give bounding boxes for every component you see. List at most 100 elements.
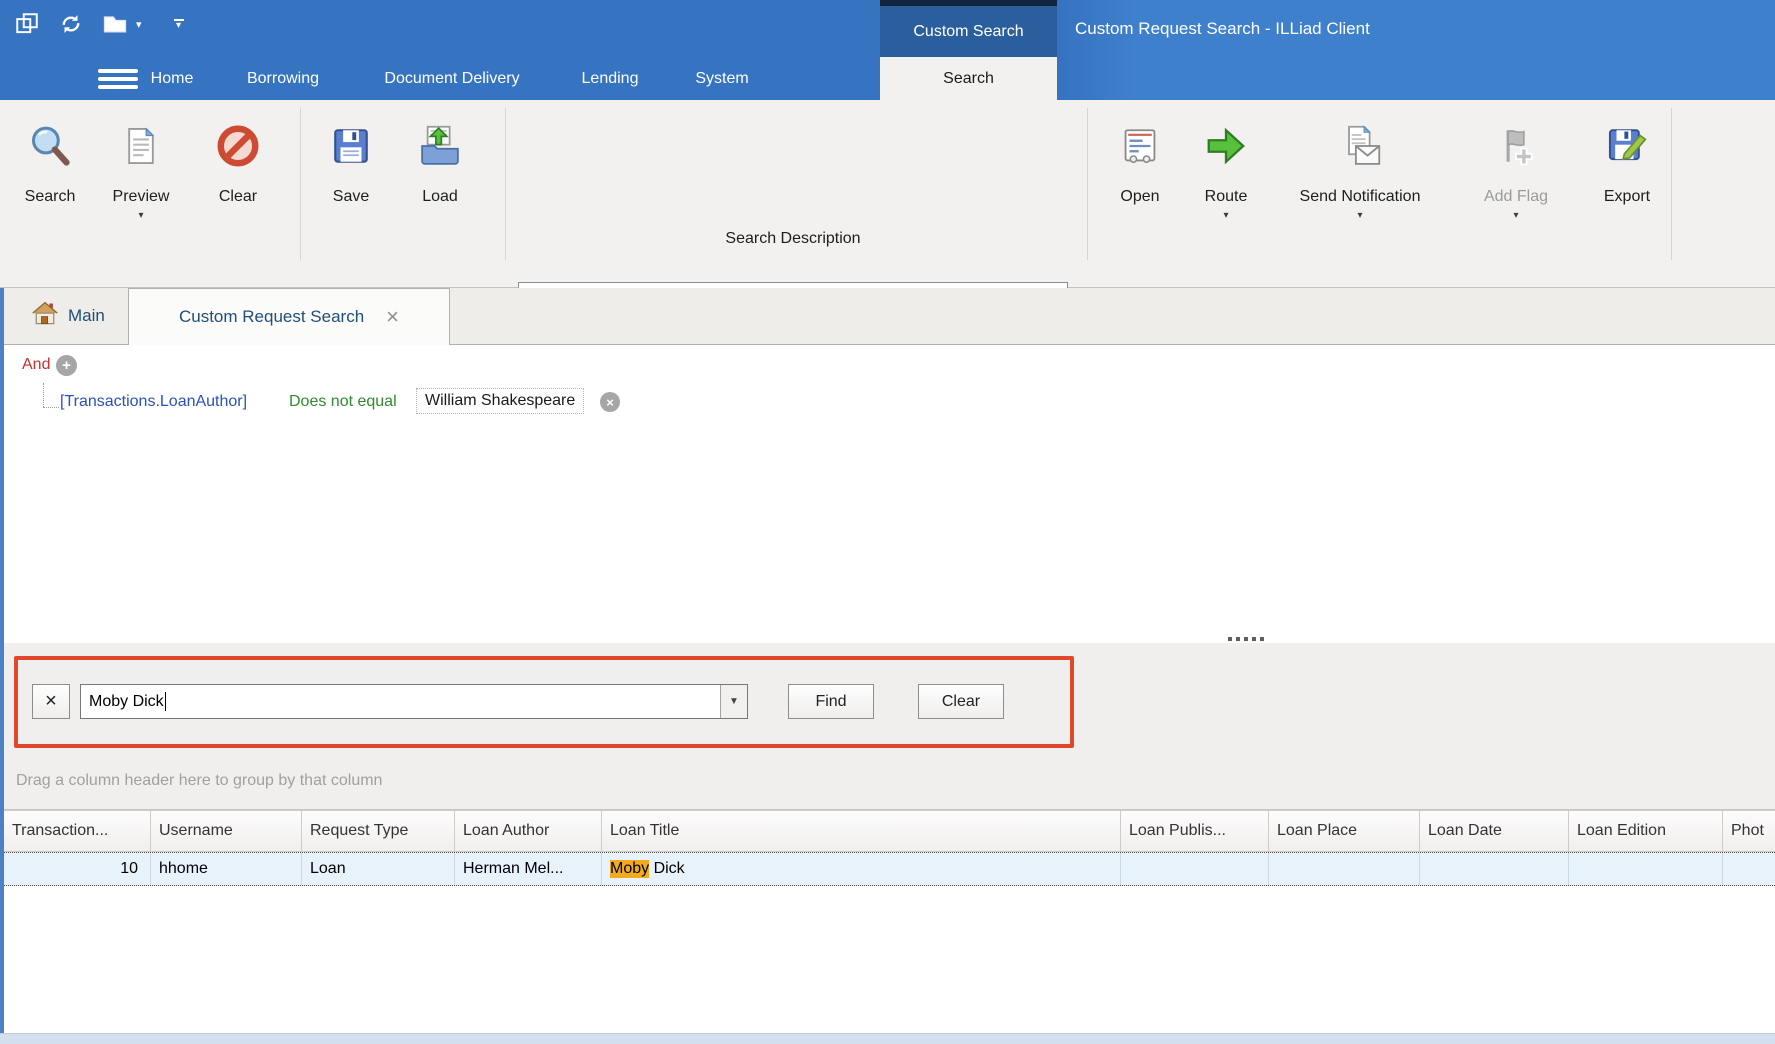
group-by-panel[interactable]: Drag a column header here to group by th… [4,757,1775,810]
open-button[interactable]: Open [1103,104,1177,254]
table-row-selected[interactable]: 10 hhome Loan Herman Mel... Moby Dick [4,852,1775,886]
cell-loan-edition[interactable] [1569,853,1723,885]
query-group-operator[interactable]: And [22,356,50,374]
clear-icon [215,104,261,188]
send-notification-button[interactable]: Send Notification ▾ [1278,104,1442,254]
search-button[interactable]: Search [10,104,90,254]
tab-main[interactable]: Main [20,288,115,344]
cell-loan-author[interactable]: Herman Mel... [455,853,602,885]
cell-loan-title[interactable]: Moby Dick [602,853,1121,885]
column-header-loan-publisher[interactable]: Loan Publis... [1121,811,1269,851]
tab-custom-request-search[interactable]: Custom Request Search × [128,288,450,345]
export-icon [1606,104,1648,188]
query-operator[interactable]: Does not equal [289,393,397,411]
route-dropdown-icon[interactable]: ▾ [1223,210,1228,224]
tab-search-active[interactable]: Search [880,57,1057,100]
cell-loan-date[interactable] [1420,853,1569,885]
ribbon: Search Preview ▾ Clear Parame [0,100,1775,288]
column-header-transaction[interactable]: Transaction... [4,811,151,851]
window-title: Custom Request Search - ILLiad Client [1075,0,1370,57]
open-icon [1119,104,1161,188]
find-dropdown-icon[interactable]: ▼ [720,685,747,718]
route-button[interactable]: Route ▾ [1185,104,1267,254]
new-folder-dropdown-icon[interactable]: ▾ [136,18,142,31]
send-notification-icon [1337,104,1383,188]
tab-document-delivery[interactable]: Document Delivery [366,57,538,100]
find-search-value: Moby Dick [89,693,164,711]
preview-button[interactable]: Preview ▾ [96,104,186,254]
export-button[interactable]: Export [1588,104,1666,254]
search-match-highlight: Moby [610,860,649,878]
cell-photo[interactable] [1723,853,1775,885]
home-icon [30,300,60,333]
column-header-request-type[interactable]: Request Type [302,811,455,851]
window-bottom-border [0,1033,1775,1044]
close-find-panel-button[interactable]: × [32,684,70,719]
quick-access-toolbar: ▾ ▾ [0,0,184,48]
tab-close-icon[interactable]: × [386,306,399,328]
search-description-label: Search Description [518,230,1068,254]
ribbon-group-separator [300,108,301,260]
text-caret [165,692,166,711]
cell-loan-place[interactable] [1269,853,1420,885]
cell-request-type[interactable]: Loan [302,853,455,885]
send-notification-dropdown-icon[interactable]: ▾ [1357,210,1362,224]
add-flag-button: Add Flag ▾ [1452,104,1580,254]
ribbon-group-separator [1087,108,1088,260]
group-by-hint: Drag a column header here to group by th… [4,757,1775,790]
switch-windows-icon[interactable] [12,9,42,39]
find-panel: × Moby Dick ▼ Find Clear [4,643,1775,757]
column-header-loan-place[interactable]: Loan Place [1269,811,1420,851]
clear-button[interactable]: Clear [194,104,282,254]
clear-find-button[interactable]: Clear [918,684,1004,719]
tab-system[interactable]: System [676,57,768,100]
load-icon [418,104,462,188]
title-bar: ▾ ▾ Custom Search Custom Request Search … [0,0,1775,57]
column-header-photo[interactable]: Phot [1723,811,1775,851]
loan-title-rest: Dick [649,860,685,878]
load-button[interactable]: Load [398,104,482,254]
contextual-tab-label: Custom Search [880,6,1057,57]
find-search-input[interactable]: Moby Dick [81,685,720,718]
find-button[interactable]: Find [788,684,874,719]
new-folder-icon[interactable] [100,9,130,39]
column-header-loan-date[interactable]: Loan Date [1420,811,1569,851]
splitter-handle[interactable] [1228,637,1264,641]
tab-home[interactable]: Home [140,57,204,100]
query-value[interactable]: William Shakespeare [416,388,584,414]
column-header-loan-title[interactable]: Loan Title [602,811,1121,851]
refresh-icon[interactable] [56,9,86,39]
preview-dropdown-icon[interactable]: ▾ [138,210,143,224]
tab-custom-request-search-label: Custom Request Search [179,307,364,327]
save-icon [330,104,372,188]
tab-borrowing[interactable]: Borrowing [230,57,336,100]
add-flag-dropdown-icon: ▾ [1513,210,1518,224]
query-tree-line [43,407,59,409]
save-button[interactable]: Save [312,104,390,254]
find-search-combo: Moby Dick ▼ [80,684,748,719]
preview-icon [120,104,162,188]
tab-lending[interactable]: Lending [566,57,654,100]
contextual-tab-group: Custom Search [880,0,1057,57]
grid-header-row: Transaction... Username Request Type Loa… [4,810,1775,852]
remove-condition-icon[interactable]: × [600,392,620,412]
column-header-username[interactable]: Username [151,811,302,851]
column-header-loan-author[interactable]: Loan Author [455,811,602,851]
cell-loan-publisher[interactable] [1121,853,1269,885]
query-field[interactable]: [Transactions.LoanAuthor] [60,393,247,411]
document-tab-strip: Main Custom Request Search × [4,288,1775,345]
cell-transaction-number[interactable]: 10 [4,853,151,885]
ribbon-tab-row: Home Borrowing Document Delivery Lending… [0,57,1775,100]
add-condition-icon[interactable]: + [56,355,77,376]
results-grid: Drag a column header here to group by th… [4,757,1775,1033]
illiad-client-window: ▾ ▾ Custom Search Custom Request Search … [0,0,1775,1044]
ribbon-group-separator [505,108,506,260]
query-tree-line [43,383,45,407]
search-icon [28,104,72,188]
ribbon-group-separator [1671,108,1672,260]
route-icon [1203,104,1249,188]
customize-toolbar-icon[interactable]: ▾ [174,19,184,30]
cell-username[interactable]: hhome [151,853,302,885]
tab-main-label: Main [68,306,105,326]
column-header-loan-edition[interactable]: Loan Edition [1569,811,1723,851]
